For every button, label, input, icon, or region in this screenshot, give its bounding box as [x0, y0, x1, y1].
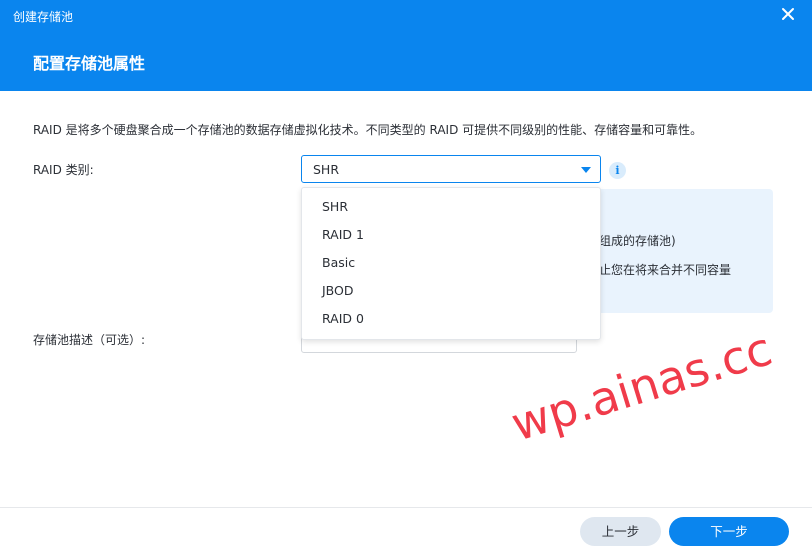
- next-button[interactable]: 下一步: [669, 517, 789, 546]
- close-icon: [782, 8, 794, 20]
- pool-description-label: 存储池描述（可选）:: [33, 333, 146, 347]
- raid-type-label: RAID 类别:: [33, 163, 94, 177]
- info-icon[interactable]: i: [609, 162, 626, 179]
- dropdown-option-basic[interactable]: Basic: [302, 249, 600, 277]
- dropdown-option-jbod[interactable]: JBOD: [302, 277, 600, 305]
- dropdown-option-raid1[interactable]: RAID 1: [302, 221, 600, 249]
- raid-type-select[interactable]: SHR: [301, 155, 601, 183]
- dropdown-option-raid0[interactable]: RAID 0: [302, 305, 600, 333]
- page-title: 配置存储池属性: [33, 54, 146, 73]
- footer-divider: [0, 507, 812, 508]
- window-title: 创建存储池: [13, 10, 74, 24]
- raid-description: RAID 是将多个硬盘聚合成一个存储池的数据存储虚拟化技术。不同类型的 RAID…: [33, 123, 703, 137]
- info-panel-line-2: 止您在将来合并不同容量: [599, 263, 732, 277]
- info-panel-line-1: 组成的存储池): [599, 234, 676, 248]
- raid-type-selected-value: SHR: [313, 162, 340, 177]
- dialog-header: 创建存储池 配置存储池属性: [0, 0, 812, 91]
- previous-button[interactable]: 上一步: [580, 517, 661, 546]
- caret-down-icon: [581, 167, 591, 173]
- close-button[interactable]: [778, 4, 798, 24]
- raid-type-dropdown: SHR RAID 1 Basic JBOD RAID 0: [301, 187, 601, 340]
- dropdown-option-shr[interactable]: SHR: [302, 193, 600, 221]
